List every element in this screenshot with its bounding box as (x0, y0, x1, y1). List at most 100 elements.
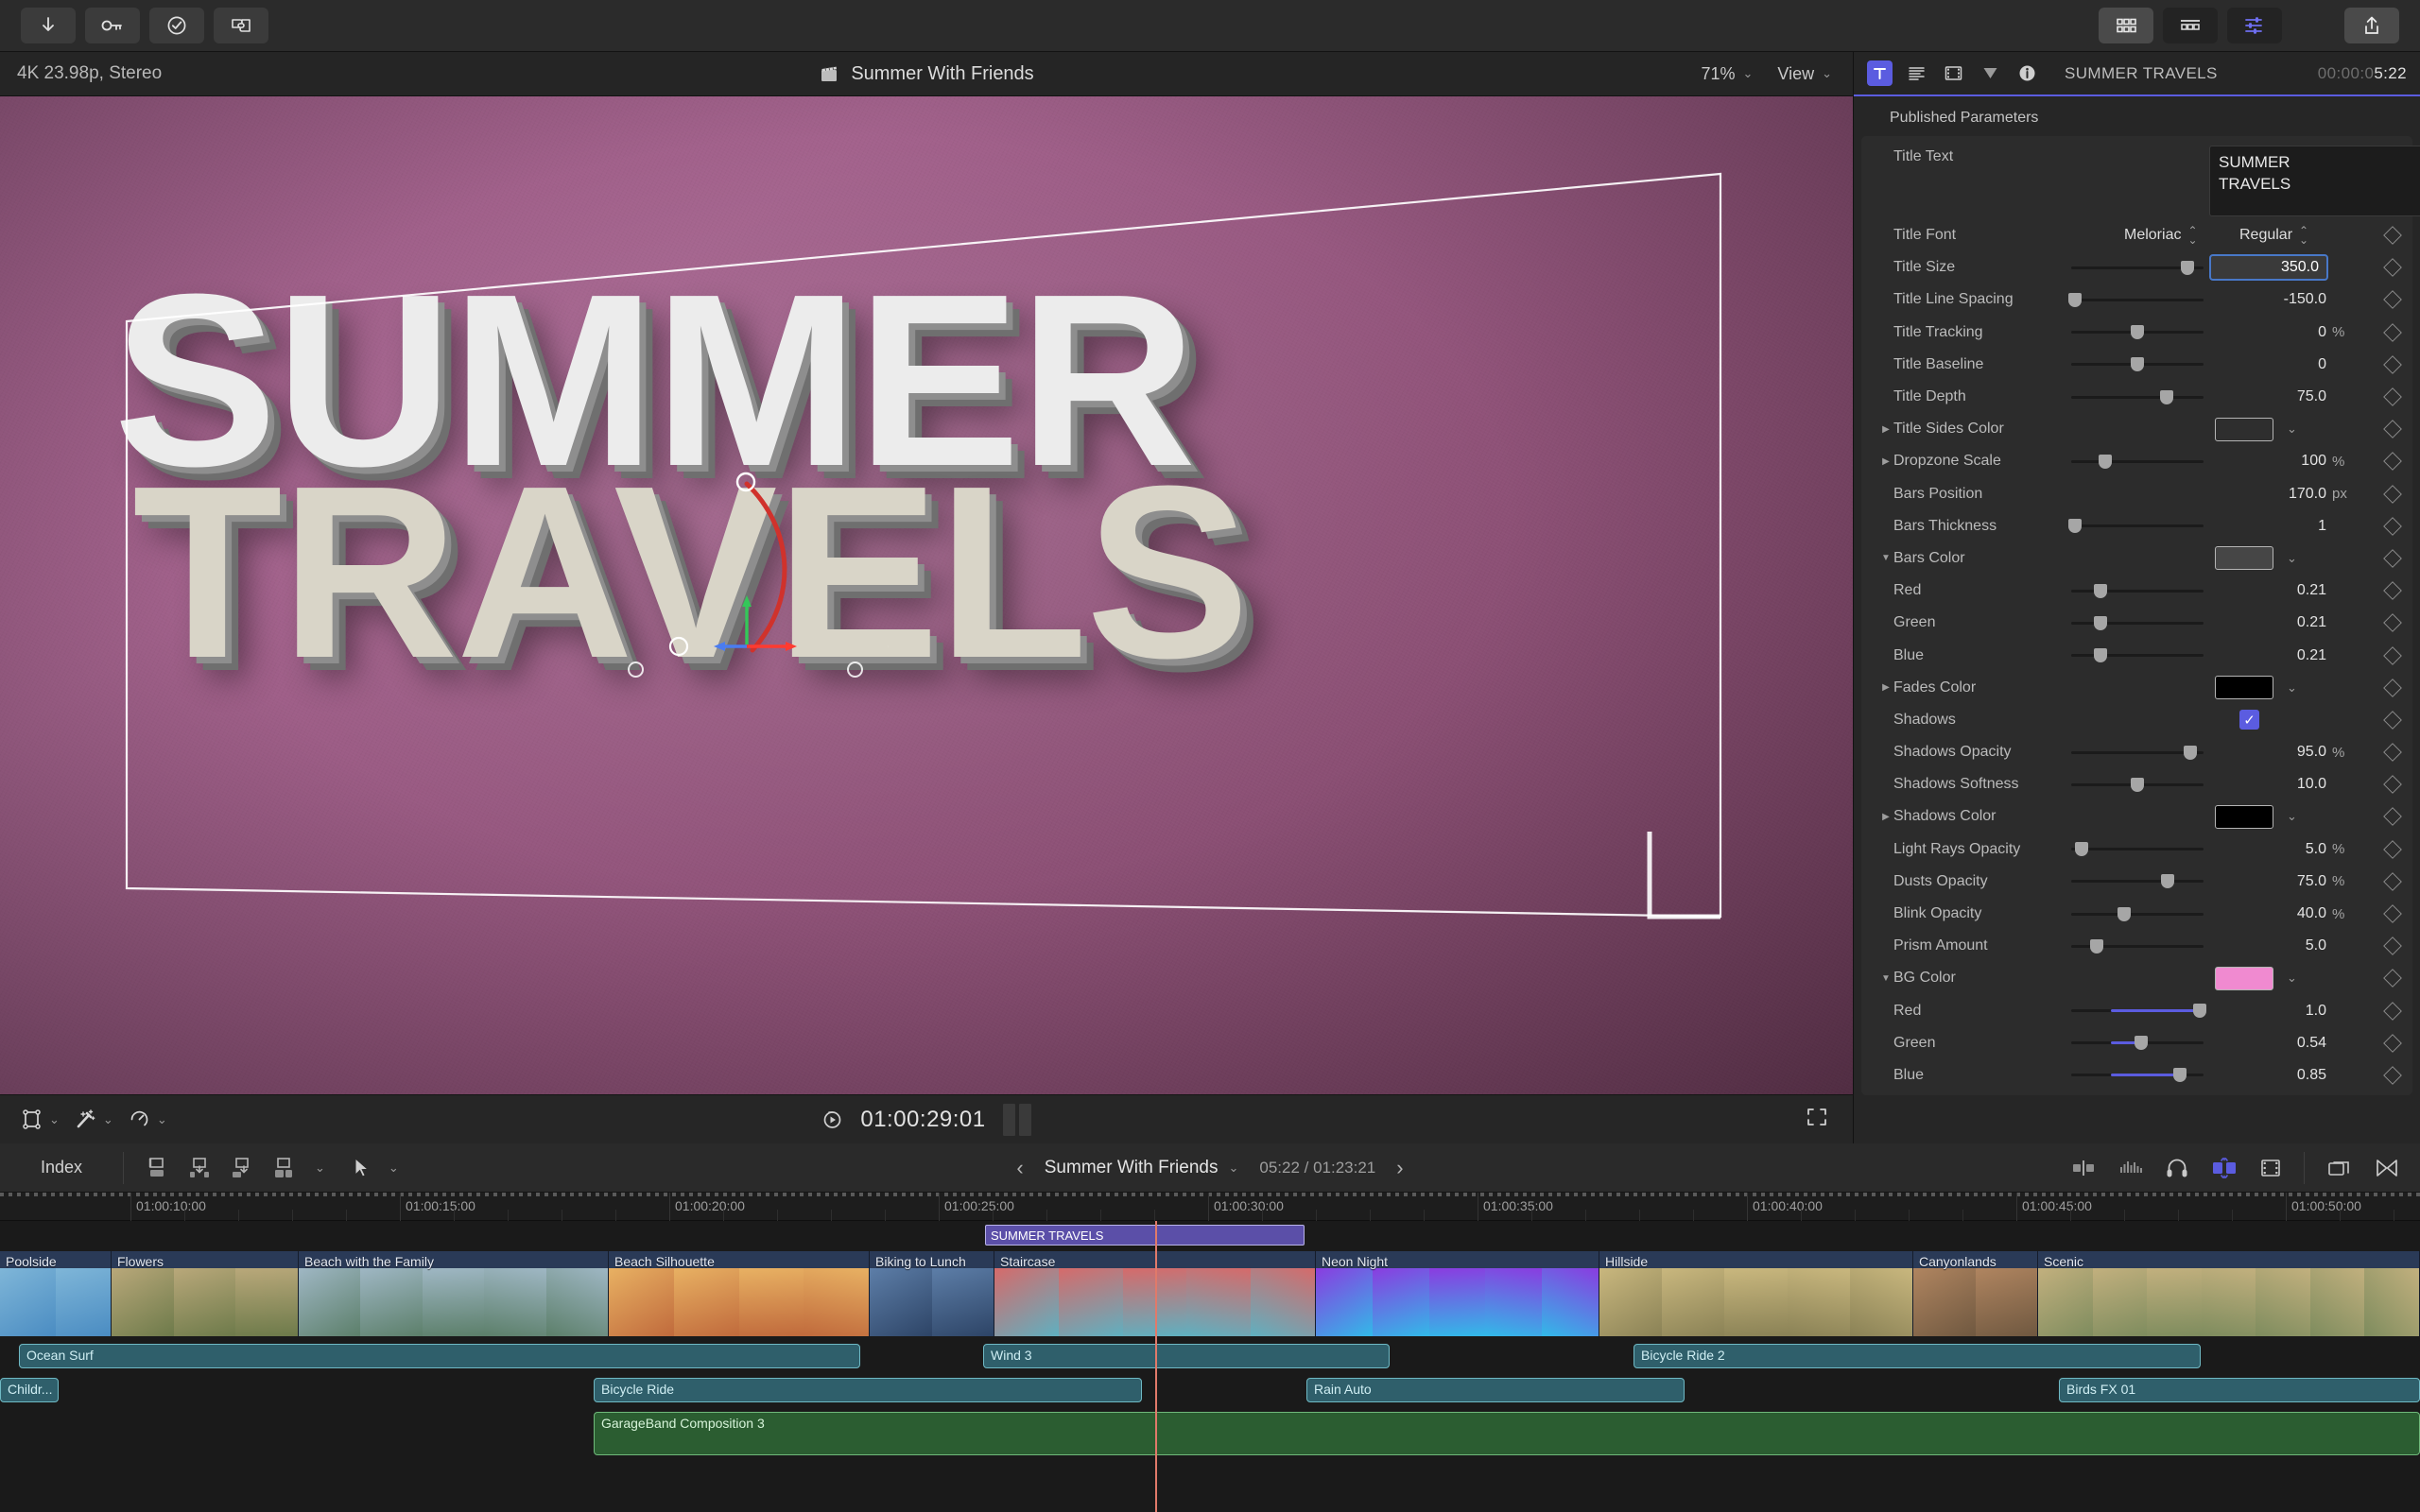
keyframe-button[interactable] (2383, 743, 2402, 762)
video-clip[interactable]: Poolside (0, 1251, 112, 1336)
param-value[interactable]: 10.0 (2213, 776, 2326, 793)
disclosure-triangle-icon[interactable]: ▶ (1878, 812, 1893, 822)
slider-knob[interactable] (2135, 1036, 2149, 1051)
audio-meters[interactable] (1002, 1103, 1031, 1136)
video-clip[interactable]: Scenic (2038, 1251, 2420, 1336)
keyframe-button[interactable] (2383, 516, 2402, 536)
playhead[interactable] (1155, 1221, 1157, 1512)
import-media-button[interactable] (21, 8, 76, 43)
timeline-project-name[interactable]: Summer With Friends ⌄ (1045, 1158, 1239, 1178)
browser-button[interactable] (2099, 8, 2153, 43)
audio-clip[interactable]: Wind 3 (983, 1344, 1390, 1368)
transform-handle-left[interactable] (628, 662, 644, 678)
slider-knob[interactable] (2118, 906, 2131, 921)
keyframe-button[interactable] (2383, 484, 2402, 504)
onscreen-transform-controls[interactable] (567, 465, 908, 748)
audio-clip[interactable]: Bicycle Ride 2 (1634, 1344, 2201, 1368)
param-slider[interactable] (2071, 389, 2204, 404)
param-value[interactable]: 40.0 (2213, 905, 2326, 922)
audio-clip[interactable]: Rain Auto (1306, 1378, 1685, 1402)
keyframe-button[interactable] (2383, 354, 2402, 374)
chevron-down-icon[interactable]: ⌄ (2287, 551, 2297, 566)
keyframe-button[interactable] (2383, 258, 2402, 278)
param-slider[interactable] (2071, 357, 2204, 372)
param-slider[interactable] (2071, 583, 2204, 598)
slider-knob[interactable] (2131, 777, 2144, 792)
param-value[interactable]: 0.21 (2213, 582, 2326, 599)
param-value[interactable]: 5.0 (2213, 841, 2326, 858)
disclosure-triangle-icon[interactable]: ▶ (1878, 456, 1893, 467)
keyframe-button[interactable] (2383, 678, 2402, 697)
param-slider[interactable] (2068, 292, 2204, 307)
chevron-down-icon[interactable]: ⌄ (2287, 680, 2297, 696)
viewer-canvas[interactable]: SUMMER TRAVELS (0, 96, 1853, 1094)
param-slider[interactable] (2071, 842, 2204, 857)
param-slider[interactable] (2071, 325, 2204, 340)
param-value[interactable]: 75.0 (2213, 388, 2326, 405)
slider-knob[interactable] (2159, 389, 2173, 404)
keyframe-button[interactable] (2383, 290, 2402, 310)
param-slider[interactable] (2071, 777, 2204, 792)
param-value[interactable]: 0.85 (2213, 1067, 2326, 1084)
shadows-checkbox[interactable]: ✓ (2239, 710, 2259, 730)
slider-knob[interactable] (2093, 583, 2107, 598)
slider-knob[interactable] (2089, 938, 2103, 954)
keyframe-button[interactable] (2383, 226, 2402, 245)
keyframe-button[interactable] (2383, 871, 2402, 891)
keyframe-button[interactable] (2383, 711, 2402, 730)
param-value[interactable]: 100 (2213, 453, 2326, 470)
keyframe-button[interactable] (2383, 1033, 2402, 1053)
param-slider[interactable] (2071, 938, 2204, 954)
zoom-level-popup[interactable]: 71% ⌄ (1701, 64, 1753, 84)
param-slider[interactable] (2071, 874, 2204, 889)
font-family-popup[interactable]: Meloriac ⌃ ⌄ (2124, 225, 2198, 246)
chevron-down-icon[interactable]: ⌄ (2287, 809, 2297, 824)
param-value[interactable]: 0.21 (2213, 614, 2326, 631)
playhead-loop-icon[interactable] (821, 1108, 843, 1130)
param-value[interactable]: 0 (2213, 356, 2326, 373)
param-slider[interactable] (2071, 454, 2204, 469)
param-slider[interactable] (2071, 1068, 2204, 1083)
param-slider[interactable] (2071, 260, 2204, 275)
keyframe-button[interactable] (2383, 322, 2402, 342)
param-value[interactable]: 75.0 (2213, 873, 2326, 890)
audio-clip[interactable]: Ocean Surf (19, 1344, 860, 1368)
param-slider[interactable] (2068, 519, 2204, 534)
param-value[interactable]: 0.21 (2213, 647, 2326, 664)
keyframe-button[interactable] (2383, 839, 2402, 859)
param-slider[interactable] (2071, 906, 2204, 921)
share-button[interactable] (2344, 8, 2399, 43)
chevron-down-icon[interactable]: ⌄ (2287, 971, 2297, 986)
viewer-timecode[interactable]: 01:00:29:01 (860, 1107, 985, 1133)
slider-knob[interactable] (2068, 519, 2083, 534)
keyframe-button[interactable] (2383, 1001, 2402, 1021)
keyframe-button[interactable] (2383, 549, 2402, 568)
tab-info[interactable] (2014, 60, 2040, 86)
title-text-field[interactable]: SUMMER TRAVELS (2209, 146, 2420, 216)
keyframe-button[interactable] (2383, 936, 2402, 956)
tab-color[interactable] (1978, 60, 2003, 86)
next-project-button[interactable]: › (1396, 1156, 1403, 1180)
slider-knob[interactable] (2181, 260, 2195, 275)
timeline-tracks[interactable]: SUMMER TRAVELS Poolside Flowers Beach with … (0, 1221, 2420, 1512)
slider-knob[interactable] (2099, 454, 2113, 469)
param-slider[interactable] (2071, 1004, 2206, 1019)
slider-knob[interactable] (2093, 615, 2107, 630)
masks-button[interactable] (214, 8, 268, 43)
disclosure-triangle-icon[interactable]: ▶ (1878, 424, 1893, 435)
chevron-down-icon[interactable]: ⌄ (2287, 421, 2297, 437)
param-slider[interactable] (2071, 1036, 2204, 1051)
slider-knob[interactable] (2172, 1068, 2187, 1083)
slider-knob[interactable] (2131, 357, 2144, 372)
keywords-button[interactable] (85, 8, 140, 43)
timeline-ruler[interactable]: 01:00:10:00 01:00:15:00 01:00:20:00 01:00:2… (0, 1193, 2420, 1221)
keyframe-button[interactable] (2383, 807, 2402, 827)
tab-title[interactable] (1867, 60, 1893, 86)
slider-knob[interactable] (2161, 874, 2175, 889)
video-clip[interactable]: Flowers (112, 1251, 299, 1336)
keyframe-button[interactable] (2383, 775, 2402, 795)
param-slider[interactable] (2071, 745, 2204, 760)
audio-clip[interactable]: Birds FX 01 (2059, 1378, 2420, 1402)
video-clip[interactable]: Canyonlands (1913, 1251, 2038, 1336)
color-swatch[interactable] (2215, 966, 2273, 990)
